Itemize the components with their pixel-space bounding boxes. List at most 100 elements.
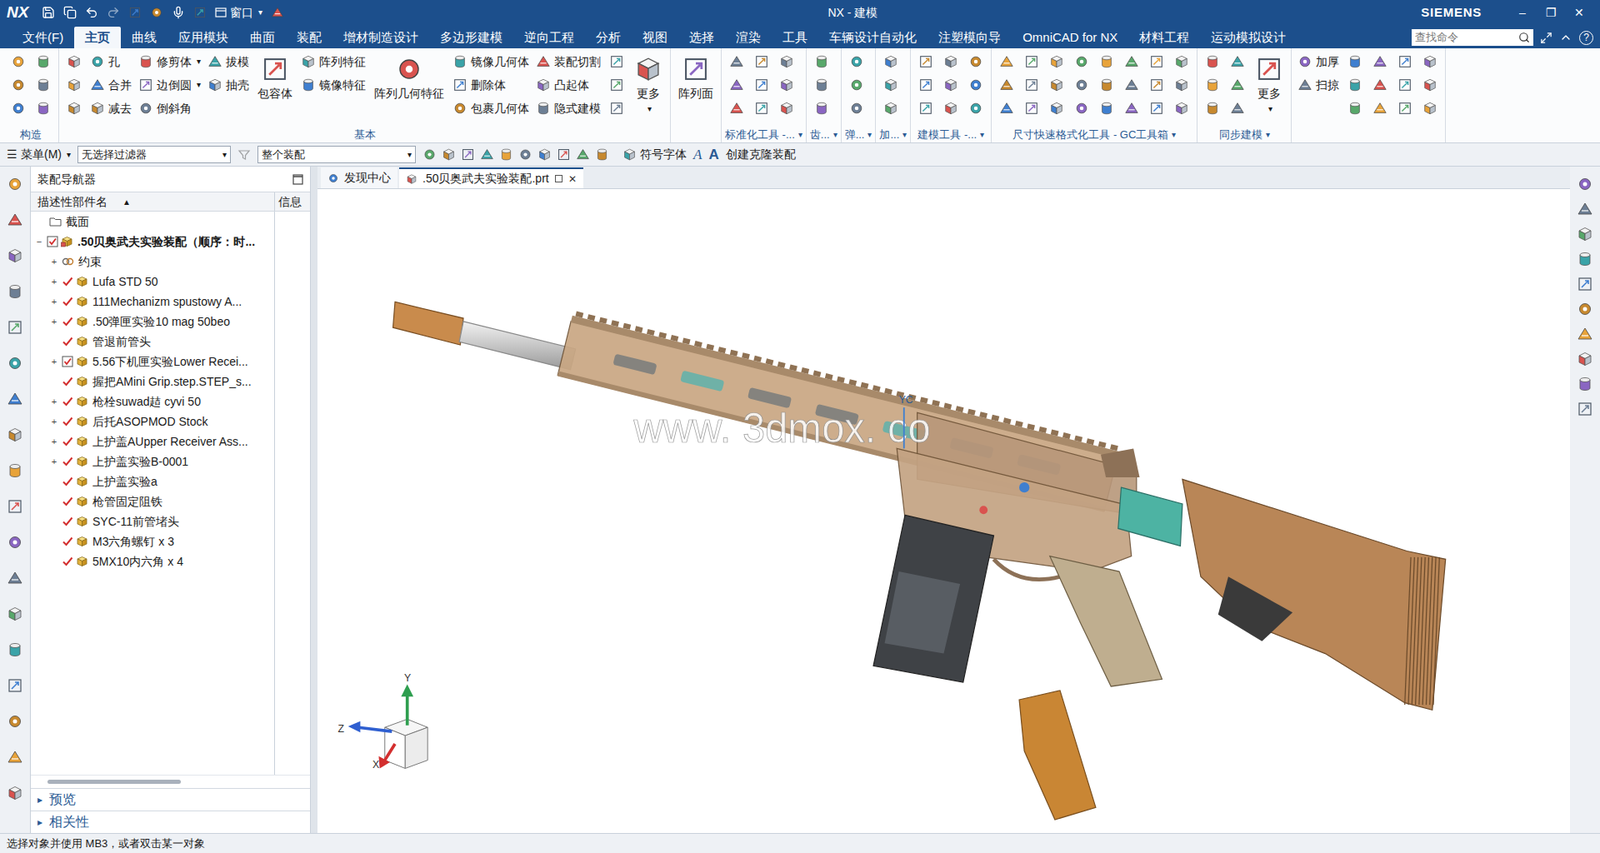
- dropdown-caret[interactable]: ▾: [902, 130, 907, 140]
- loose-grip[interactable]: [1019, 690, 1096, 820]
- visibility-check-icon[interactable]: [61, 395, 74, 408]
- ribbon-tab[interactable]: 文件(F): [11, 26, 75, 49]
- bolt-pin[interactable]: [1019, 482, 1030, 493]
- ribbon-icon-button[interactable]: [1121, 51, 1142, 72]
- ribbon-icon-button[interactable]: [1395, 98, 1415, 119]
- navigator-section[interactable]: ▸相关性: [30, 810, 310, 834]
- checkbox-checked-icon[interactable]: [46, 235, 59, 248]
- navigator-section[interactable]: ▸预览: [30, 788, 310, 811]
- visibility-check-icon[interactable]: [61, 555, 74, 568]
- visibility-check-icon[interactable]: [61, 495, 74, 508]
- ribbon-icon-button[interactable]: [915, 75, 936, 95]
- side-tool-button[interactable]: [4, 712, 26, 731]
- document-tab[interactable]: .50贝奥武夫实验装配.prt✕: [399, 167, 584, 189]
- view-triad[interactable]: YZX: [337, 672, 428, 772]
- tree-row[interactable]: +后托ASOPMOD Stock: [30, 411, 310, 432]
- ribbon-icon-button[interactable]: [1395, 51, 1415, 72]
- ribbon-large-button[interactable]: 包容体: [252, 48, 298, 102]
- ribbon-icon-button[interactable]: [8, 51, 29, 72]
- font-size-button[interactable]: A: [708, 144, 719, 166]
- window-control-button[interactable]: ✕: [1565, 4, 1594, 22]
- side-tool-button[interactable]: [4, 497, 26, 516]
- fullscreen-icon[interactable]: [1540, 31, 1553, 45]
- ribbon-large-button[interactable]: 阵列几何特征: [369, 48, 450, 102]
- dropdown-caret[interactable]: ▾: [196, 80, 201, 90]
- tree-row[interactable]: 5MX10内六角 x 4: [30, 551, 310, 572]
- ribbon-icon-button[interactable]: [1395, 75, 1415, 95]
- ribbon-icon-button[interactable]: [811, 51, 832, 72]
- trigger-guard[interactable]: [993, 559, 1060, 580]
- ribbon-small-button[interactable]: 镜像特征: [300, 75, 366, 95]
- ribbon-icon-button[interactable]: [846, 51, 867, 72]
- side-tool-button[interactable]: [4, 354, 26, 373]
- side-tool-button[interactable]: [4, 533, 26, 552]
- ribbon-icon-button[interactable]: [1071, 98, 1092, 119]
- tree-row[interactable]: 截面: [30, 211, 310, 232]
- side-tool-button[interactable]: [1574, 400, 1596, 419]
- dropdown-caret[interactable]: ▾: [798, 130, 803, 140]
- pin-icon[interactable]: [554, 174, 564, 184]
- font-style-button[interactable]: A: [693, 144, 702, 166]
- tree-row[interactable]: SYC-11前管堵头: [30, 511, 310, 532]
- visibility-check-icon[interactable]: [61, 275, 74, 288]
- ribbon-tab[interactable]: 装配: [285, 26, 333, 49]
- side-tool-button[interactable]: [1574, 200, 1596, 219]
- help-button[interactable]: ?: [1579, 30, 1594, 45]
- ribbon-large-button[interactable]: 更多▾: [629, 48, 668, 114]
- ribbon-small-button[interactable]: 抽壳: [207, 75, 250, 95]
- clone-assembly-button[interactable]: 创建克隆装配: [725, 145, 796, 164]
- tree-expander[interactable]: +: [49, 396, 60, 407]
- window-control-button[interactable]: ❐: [1536, 4, 1565, 22]
- side-tool-button[interactable]: [1574, 175, 1596, 194]
- ribbon-small-button[interactable]: 边倒圆▾: [138, 75, 201, 95]
- ribbon-tab[interactable]: 车辆设计自动化: [818, 26, 928, 49]
- ribbon-icon-button[interactable]: [1046, 51, 1067, 72]
- ribbon-icon-button[interactable]: [1370, 98, 1390, 119]
- filter-icon[interactable]: [237, 148, 251, 162]
- ribbon-icon-button[interactable]: [1420, 75, 1440, 95]
- document-tab[interactable]: 发现中心: [320, 167, 398, 189]
- ribbon-icon-button[interactable]: [8, 98, 29, 119]
- visibility-check-icon[interactable]: [61, 375, 74, 388]
- ribbon-icon-button[interactable]: [1071, 75, 1092, 95]
- ribbon-tab[interactable]: 曲面: [239, 26, 286, 49]
- ribbon-icon-button[interactable]: [64, 75, 85, 95]
- ribbon-icon-button[interactable]: [751, 75, 772, 95]
- dropdown-caret[interactable]: ▾: [833, 130, 838, 140]
- ribbon-icon-button[interactable]: [776, 51, 797, 72]
- close-tab-button[interactable]: ✕: [568, 171, 577, 187]
- ribbon-icon-button[interactable]: [940, 75, 961, 95]
- ribbon-icon-button[interactable]: [1096, 75, 1117, 95]
- rifle-model[interactable]: [393, 301, 1446, 820]
- tree-expander[interactable]: +: [49, 416, 60, 427]
- ribbon-icon-button[interactable]: [776, 75, 797, 95]
- ribbon-icon-button[interactable]: [940, 98, 961, 119]
- tree-expander[interactable]: −: [34, 236, 45, 247]
- ribbon-small-button[interactable]: 扫掠: [1297, 75, 1340, 95]
- ribbon-tab[interactable]: 分析: [585, 26, 632, 49]
- side-tool-button[interactable]: [4, 246, 26, 265]
- ribbon-small-button[interactable]: 拔模: [207, 51, 250, 72]
- tree-expander[interactable]: +: [49, 296, 60, 307]
- ribbon-icon-button[interactable]: [846, 98, 867, 119]
- ribbon-icon-button[interactable]: [915, 98, 936, 119]
- ribbon-icon-button[interactable]: [33, 51, 54, 72]
- ribbon-icon-button[interactable]: [726, 98, 747, 119]
- copy-icon[interactable]: [63, 5, 77, 20]
- side-tool-button[interactable]: [1574, 250, 1596, 269]
- ribbon-icon-button[interactable]: [1345, 51, 1365, 72]
- scrollbar-thumb[interactable]: [47, 780, 181, 785]
- ribbon-icon-button[interactable]: [1171, 75, 1192, 95]
- pistol-grip[interactable]: [1050, 556, 1163, 687]
- ribbon-icon-button[interactable]: [751, 98, 772, 119]
- side-tool-button[interactable]: [4, 569, 26, 588]
- tree-expander[interactable]: [49, 476, 60, 487]
- tree-row[interactable]: +Lufa STD 50: [30, 271, 310, 292]
- mic-icon[interactable]: [171, 5, 185, 20]
- rear-sight[interactable]: [1100, 448, 1140, 477]
- ribbon-tab[interactable]: 渲染: [725, 26, 772, 49]
- side-tool-button[interactable]: [4, 390, 26, 409]
- ribbon-tab[interactable]: 注塑模向导: [927, 26, 1012, 49]
- ribbon-tab[interactable]: 材料工程: [1128, 26, 1200, 49]
- menu-button[interactable]: ☰菜单(M)▾: [6, 145, 71, 164]
